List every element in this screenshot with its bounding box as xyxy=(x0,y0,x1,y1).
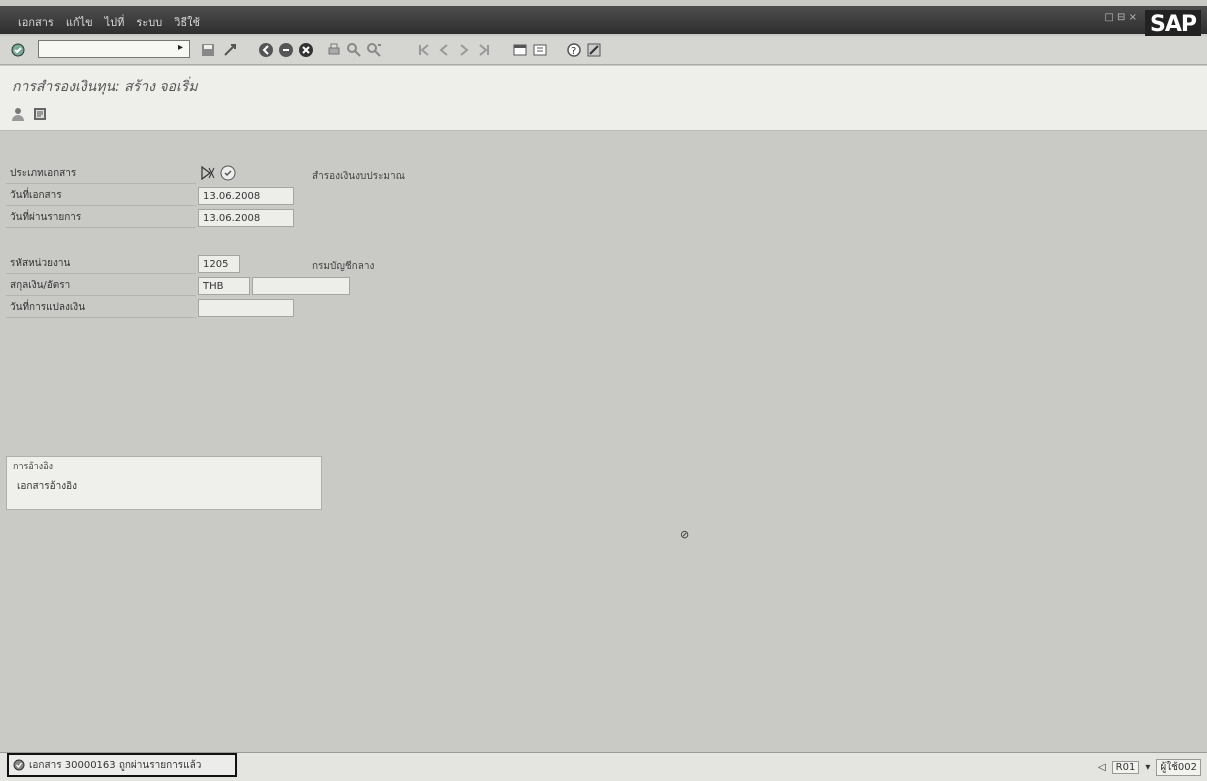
status-dropdown-icon[interactable]: ▾ xyxy=(1145,762,1150,773)
layout-icon[interactable] xyxy=(532,42,548,58)
customize-icon[interactable] xyxy=(586,42,602,58)
success-icon xyxy=(13,759,25,771)
standard-toolbar: ▸ ? xyxy=(0,36,1207,65)
page-title: การสำรองเงินทุน: สร้าง จอเริ่ม xyxy=(12,79,198,95)
application-toolbar xyxy=(10,106,48,122)
first-page-icon[interactable] xyxy=(416,42,432,58)
enter-icon[interactable] xyxy=(10,42,26,58)
back-icon[interactable] xyxy=(258,42,274,58)
mouse-cursor-icon: ⊘ xyxy=(680,528,690,541)
document-type-input[interactable] xyxy=(200,164,236,182)
prev-page-icon[interactable] xyxy=(436,42,452,58)
status-arrow-icon[interactable]: ◁ xyxy=(1098,762,1106,773)
document-type-label: ประเภทเอกสาร xyxy=(6,164,196,184)
client-user[interactable]: ผู้ใช้002 xyxy=(1156,759,1201,776)
system-id[interactable]: R01 xyxy=(1111,761,1140,774)
posting-date-label: วันที่ผ่านรายการ xyxy=(6,208,196,228)
help-icon[interactable]: ? xyxy=(566,42,582,58)
new-session-icon[interactable] xyxy=(512,42,528,58)
cancel-icon[interactable] xyxy=(298,42,314,58)
window-controls[interactable]: □ ⊟ × xyxy=(1104,12,1137,23)
exchange-rate-field[interactable] xyxy=(252,277,350,295)
person-icon[interactable] xyxy=(10,106,26,122)
posting-date-field[interactable]: 13.06.2008 xyxy=(198,209,294,227)
menu-system[interactable]: ระบบ xyxy=(136,13,162,31)
menu-items: เอกสาร แก้ไข ไปที่ ระบบ วิธีใช้ xyxy=(18,13,200,31)
document-type-desc: สำรองเงินงบประมาณ xyxy=(312,171,405,182)
reference-group: การอ้างอิง เอกสารอ้างอิง xyxy=(6,456,322,510)
document-icon[interactable] xyxy=(32,106,48,122)
translation-date-label: วันที่การแปลงเงิน xyxy=(6,298,196,318)
menu-bar: เอกสาร แก้ไข ไปที่ ระบบ วิธีใช้ □ ⊟ × SA… xyxy=(0,6,1207,40)
currency-field[interactable]: THB xyxy=(198,277,250,295)
find-next-icon[interactable] xyxy=(366,42,382,58)
find-icon[interactable] xyxy=(346,42,362,58)
reference-document-item[interactable]: เอกสารอ้างอิง xyxy=(17,479,77,494)
last-page-icon[interactable] xyxy=(476,42,492,58)
currency-label: สกุลเงิน/อัตรา xyxy=(6,276,196,296)
document-date-label: วันที่เอกสาร xyxy=(6,186,196,206)
title-area: การสำรองเงินทุน: สร้าง จอเริ่ม xyxy=(0,66,1207,131)
org-code-desc: กรมบัญชีกลาง xyxy=(312,261,375,272)
menu-goto[interactable]: ไปที่ xyxy=(105,13,125,31)
print-icon[interactable] xyxy=(326,42,342,58)
org-code-field[interactable]: 1205 xyxy=(198,255,240,273)
shortcut-icon[interactable] xyxy=(222,42,238,58)
system-info: ◁ R01 ▾ ผู้ใช้002 xyxy=(1098,759,1201,776)
command-field[interactable] xyxy=(38,40,190,58)
status-message[interactable]: เอกสาร 30000163 ถูกผ่านรายการแล้ว xyxy=(7,753,237,777)
exit-icon[interactable] xyxy=(278,42,294,58)
reference-group-title: การอ้างอิง xyxy=(13,462,53,472)
svg-text:?: ? xyxy=(571,46,576,57)
command-dropdown-icon[interactable]: ▸ xyxy=(178,42,183,53)
translation-date-field[interactable] xyxy=(198,299,294,317)
menu-document[interactable]: เอกสาร xyxy=(18,13,54,31)
org-code-label: รหัสหน่วยงาน xyxy=(6,254,196,274)
menu-help[interactable]: วิธีใช้ xyxy=(174,13,200,31)
menu-edit[interactable]: แก้ไข xyxy=(66,13,93,31)
status-message-text: เอกสาร 30000163 ถูกผ่านรายการแล้ว xyxy=(29,759,202,771)
status-bar: เอกสาร 30000163 ถูกผ่านรายการแล้ว ◁ R01 … xyxy=(0,752,1207,781)
save-icon[interactable] xyxy=(200,42,216,58)
next-page-icon[interactable] xyxy=(456,42,472,58)
document-date-field[interactable]: 13.06.2008 xyxy=(198,187,294,205)
